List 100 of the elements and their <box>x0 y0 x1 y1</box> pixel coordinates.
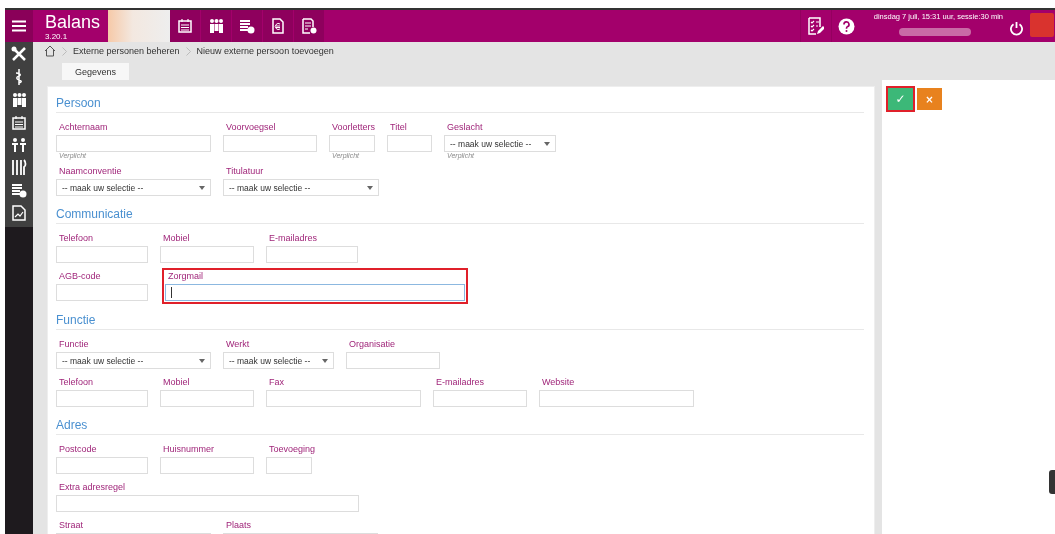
document-icon <box>271 18 286 34</box>
avatar-photo-placeholder <box>1030 13 1054 37</box>
input-field[interactable] <box>160 457 254 474</box>
input-field[interactable] <box>387 135 433 152</box>
field-label: Naamconventie <box>58 165 123 177</box>
field-label: Toevoeging <box>268 443 316 455</box>
coins-clock-icon <box>239 18 256 34</box>
toolbar-button[interactable] <box>201 10 233 42</box>
select-value: -- maak uw selectie -- <box>450 138 532 149</box>
toolbar-button[interactable] <box>232 10 264 42</box>
field-label: Website <box>541 376 576 388</box>
input-field[interactable] <box>266 246 358 263</box>
help-icon <box>838 17 856 35</box>
select-value: -- maak uw selectie -- <box>229 355 311 366</box>
field-label: Geslacht <box>446 121 484 133</box>
field-label: Voorletters <box>331 121 376 133</box>
staff-icon <box>14 69 24 85</box>
people-icon <box>207 18 225 34</box>
input-field[interactable] <box>329 135 375 152</box>
input-field[interactable] <box>165 284 465 301</box>
people-icon <box>10 92 28 108</box>
tab[interactable]: Gegevens <box>62 63 130 80</box>
field-label: Telefoon <box>58 232 95 244</box>
field-label: Mobiel <box>162 376 191 388</box>
home-icon[interactable] <box>44 45 56 57</box>
input-field[interactable] <box>266 457 312 474</box>
field-label: AGB-code <box>58 270 102 282</box>
toolbar-button[interactable] <box>294 10 326 42</box>
field-label: Plaats <box>225 519 252 531</box>
toolbar-button[interactable] <box>263 10 295 42</box>
breadcrumb-link[interactable]: Externe personen beheren <box>73 46 180 56</box>
section-title: Adres <box>56 417 864 435</box>
chevron-icon <box>62 46 67 56</box>
select-value: -- maak uw selectie -- <box>62 355 144 366</box>
select-field[interactable]: -- maak uw selectie -- <box>223 352 334 369</box>
checklist-edit-icon <box>807 17 824 35</box>
field-label: E-mailadres <box>268 232 318 244</box>
input-field[interactable] <box>266 390 421 407</box>
caret-icon <box>199 358 205 363</box>
field-label: E-mailadres <box>435 376 485 388</box>
input-field[interactable] <box>56 457 148 474</box>
sidebar-button[interactable] <box>9 182 29 198</box>
select-field[interactable]: -- maak uw selectie -- <box>56 352 211 369</box>
field-label: Titel <box>389 121 408 133</box>
input-field[interactable] <box>433 390 527 407</box>
caret-icon <box>367 185 373 190</box>
sidebar-button[interactable] <box>9 115 29 131</box>
section-title: Persoon <box>56 95 864 113</box>
select-field[interactable]: -- maak uw selectie -- <box>444 135 557 152</box>
field-label: Mobiel <box>162 232 191 244</box>
chevron-icon <box>185 46 191 56</box>
field-label: Achternaam <box>58 121 109 133</box>
section-title: Functie <box>56 312 864 330</box>
input-field[interactable] <box>539 390 694 407</box>
select-field[interactable]: -- maak uw selectie -- <box>223 179 379 196</box>
toolbar-button[interactable] <box>170 10 202 42</box>
caret-icon <box>199 185 205 190</box>
select-value: -- maak uw selectie -- <box>62 182 144 193</box>
menu-button[interactable] <box>5 10 33 42</box>
input-field[interactable] <box>346 352 440 369</box>
input-field[interactable] <box>56 284 148 301</box>
input-field[interactable] <box>223 135 317 152</box>
select-value: -- maak uw selectie -- <box>229 182 311 193</box>
field-label: Postcode <box>58 443 98 455</box>
input-field[interactable] <box>160 390 254 407</box>
field-label: Werkt <box>225 338 251 350</box>
tools-icon <box>11 46 27 62</box>
coins-clock-icon <box>11 182 27 198</box>
input-field[interactable] <box>56 390 148 407</box>
document-chart-icon <box>12 205 26 221</box>
input-field[interactable] <box>56 495 359 512</box>
field-label: Fax <box>268 376 285 388</box>
field-label: Voorvoegsel <box>225 121 277 133</box>
sidebar-button[interactable] <box>9 205 29 221</box>
input-field[interactable] <box>160 246 254 263</box>
field-label: Straat <box>58 519 84 531</box>
field-label: Telefoon <box>58 376 95 388</box>
caret-icon <box>322 358 328 363</box>
select-field[interactable]: -- maak uw selectie -- <box>56 179 211 196</box>
field-label: Extra adresregel <box>58 481 127 493</box>
document-check-icon <box>301 18 318 34</box>
field-label: Functie <box>58 338 90 350</box>
app-version: 3.20.1 <box>45 32 69 41</box>
input-field[interactable] <box>56 135 211 152</box>
app-name: Balans <box>45 13 101 32</box>
text-cursor <box>171 287 172 298</box>
field-label: Titulatuur <box>225 165 265 177</box>
sidebar-button[interactable] <box>9 159 29 175</box>
power-icon <box>1009 21 1024 36</box>
section-title: Communicatie <box>56 206 864 224</box>
field-label: Huisnummer <box>162 443 215 455</box>
breadcrumb-link[interactable]: Nieuw externe persoon toevoegen <box>196 46 334 56</box>
sidebar-button[interactable] <box>9 46 29 62</box>
caret-icon <box>544 141 551 146</box>
sidebar-button[interactable] <box>9 138 29 152</box>
people-pair-icon <box>11 138 27 152</box>
side-tab-handle[interactable] <box>1049 470 1055 494</box>
cutlery-icon <box>11 159 27 175</box>
field-label: Organisatie <box>348 338 397 350</box>
input-field[interactable] <box>56 246 148 263</box>
